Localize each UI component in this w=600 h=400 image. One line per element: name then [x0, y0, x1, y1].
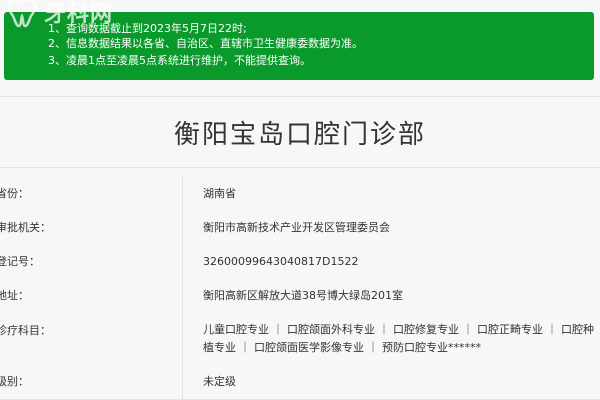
registration-value: 32600099643040817D1522 [203, 255, 359, 268]
column-divider [182, 211, 183, 245]
detail-row-subjects: 诊疗科目： 儿童口腔专业 ｜ 口腔颌面外科专业 ｜ 口腔修复专业 ｜ 口腔正畸专… [0, 313, 600, 366]
notice-line-2: 2、信息数据结果以各省、自治区、直辖市卫生健康委数据为准。 [48, 37, 363, 50]
registration-label: 登记号： [0, 255, 40, 268]
detail-row-level: 级别： 未定级 [0, 365, 600, 400]
detail-row-registration: 登记号： 32600099643040817D1522 [0, 245, 600, 280]
level-label: 级别： [0, 375, 29, 388]
notice-line-3: 3、凌晨1点至凌晨5点系统进行维护，不能提供查询。 [48, 54, 311, 67]
page: 1、查询数据截止到2023年5月7日22时; 2、信息数据结果以各省、自治区、直… [0, 0, 600, 400]
level-value: 未定级 [203, 375, 236, 388]
column-divider [182, 279, 183, 313]
detail-row-address: 地址： 衡阳高新区解放大道38号博大绿岛201室 [0, 279, 600, 314]
column-divider [182, 177, 183, 211]
detail-row-authority: 审批机关： 衡阳市高新技术产业开发区管理委员会 [0, 211, 600, 246]
authority-label: 审批机关： [0, 221, 51, 234]
province-label: 省份： [0, 187, 29, 200]
subjects-value: 儿童口腔专业 ｜ 口腔颌面外科专业 ｜ 口腔修复专业 ｜ 口腔正畸专业 ｜ 口腔… [203, 323, 594, 354]
column-divider [182, 313, 183, 365]
province-value: 湖南省 [203, 187, 236, 200]
column-divider [182, 365, 183, 399]
notice-line-1: 1、查询数据截止到2023年5月7日22时; [48, 22, 247, 35]
detail-row-province: 省份： 湖南省 [0, 177, 600, 212]
address-value: 衡阳高新区解放大道38号博大绿岛201室 [203, 289, 403, 302]
address-label: 地址： [0, 289, 29, 302]
notice-banner: 1、查询数据截止到2023年5月7日22时; 2、信息数据结果以各省、自治区、直… [4, 12, 594, 80]
column-divider [182, 245, 183, 279]
page-title: 衡阳宝岛口腔门诊部 [173, 120, 426, 150]
subjects-label: 诊疗科目： [0, 324, 51, 337]
authority-value: 衡阳市高新技术产业开发区管理委员会 [203, 221, 390, 234]
